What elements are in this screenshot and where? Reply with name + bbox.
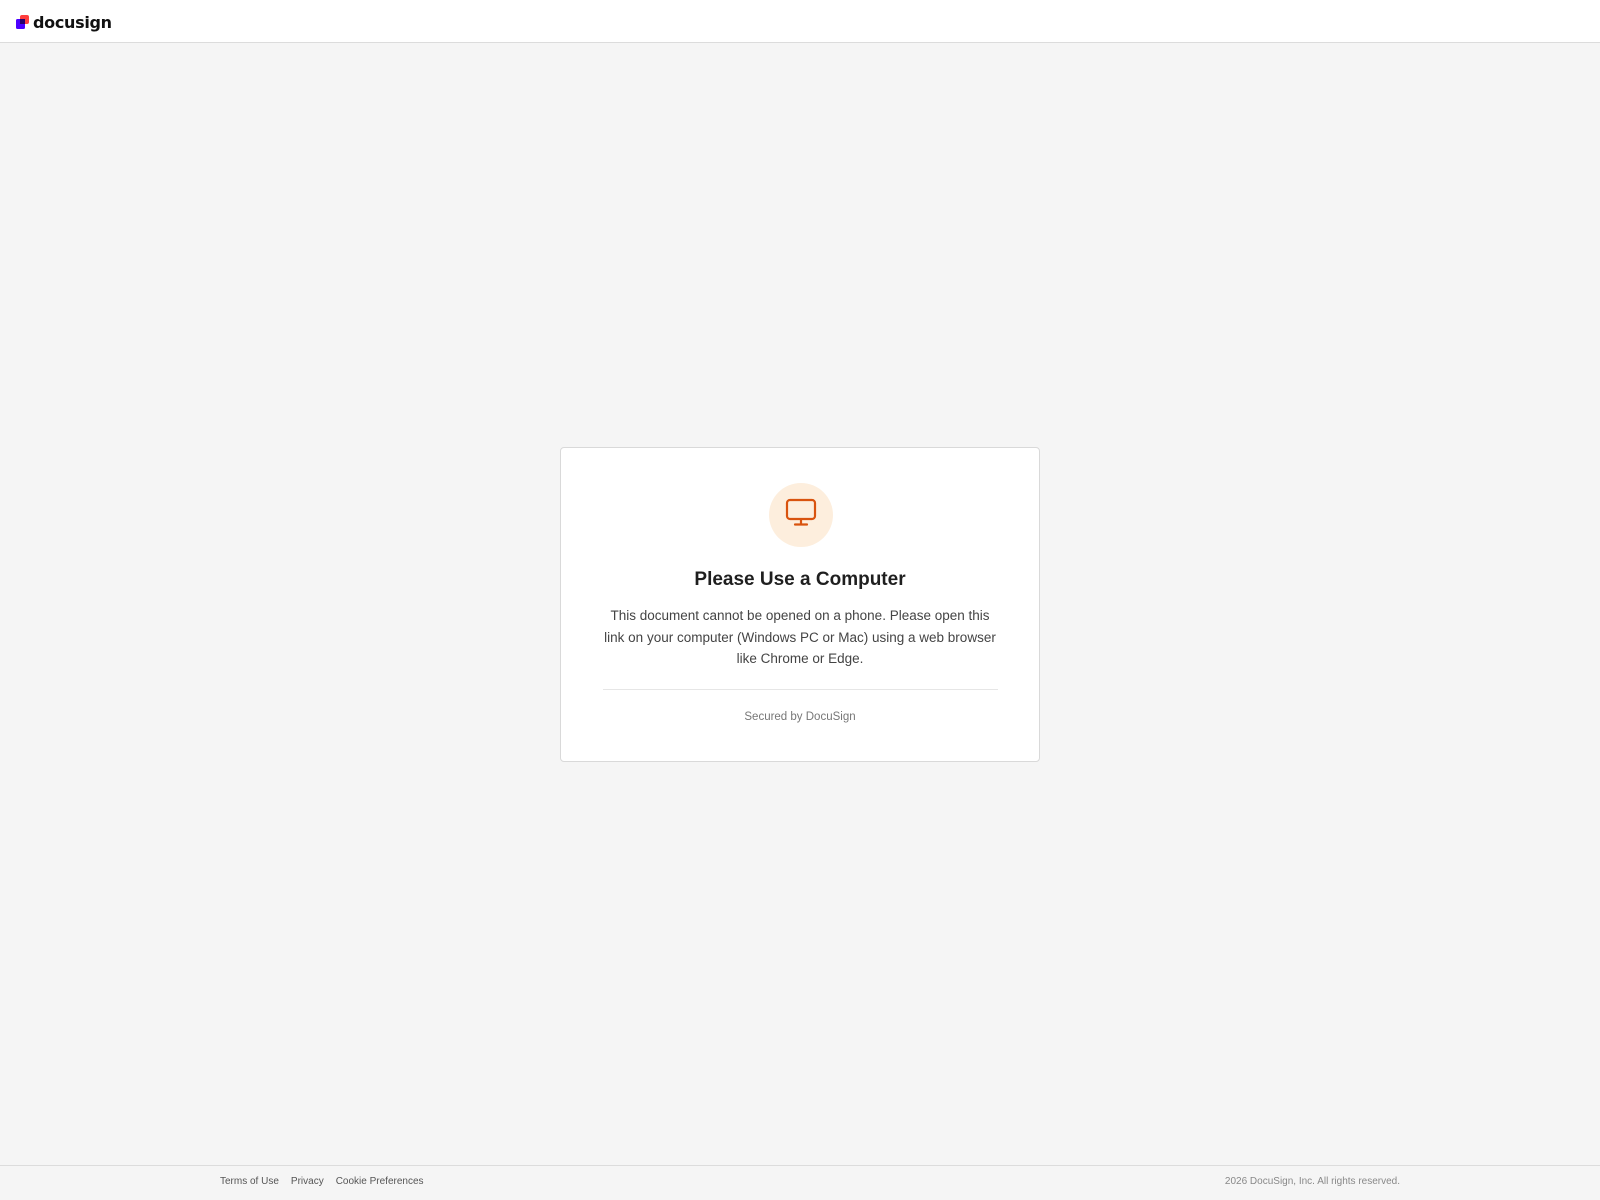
docusign-logo[interactable]: docusign — [16, 12, 112, 32]
top-header: docusign — [0, 0, 1600, 43]
docusign-logo-icon — [16, 15, 29, 29]
divider — [603, 689, 998, 690]
secured-by-text: Secured by DocuSign — [744, 711, 856, 723]
footer-links: Terms of Use Privacy Cookie Preferences — [220, 1176, 424, 1187]
card-title: Please Use a Computer — [694, 569, 906, 590]
page-footer: Terms of Use Privacy Cookie Preferences … — [0, 1165, 1600, 1200]
card-message: This document cannot be opened on a phon… — [604, 608, 996, 666]
logo-wordmark: docusign — [33, 12, 112, 32]
copyright-text: 2026 DocuSign, Inc. All rights reserved. — [1224, 1176, 1400, 1187]
use-computer-card: Please Use a Computer This document cann… — [560, 447, 1040, 762]
icon-badge — [769, 483, 833, 547]
terms-of-use-link[interactable]: Terms of Use — [220, 1176, 279, 1187]
cookie-preferences-link[interactable]: Cookie Preferences — [336, 1176, 424, 1187]
monitor-icon — [785, 498, 817, 533]
privacy-link[interactable]: Privacy — [291, 1176, 324, 1187]
